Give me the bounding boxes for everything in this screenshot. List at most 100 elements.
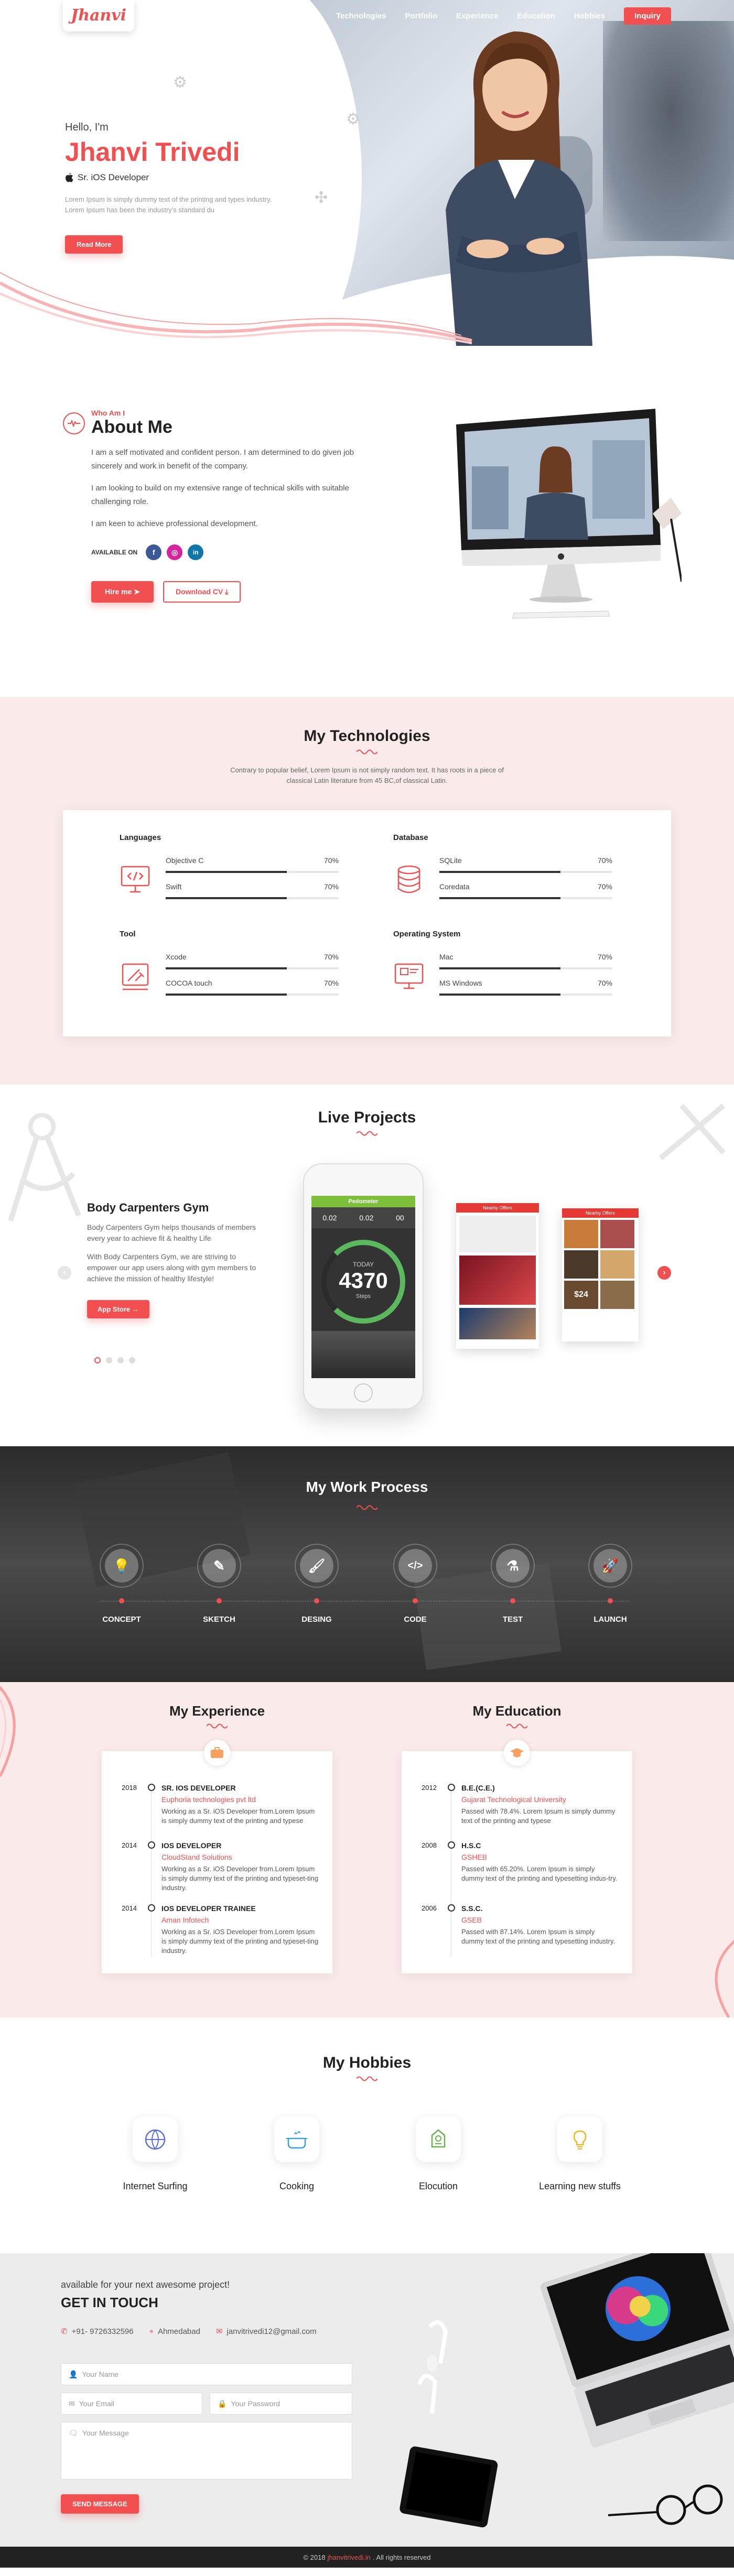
navbar: Jhanvi Home Technologies Portfolio Exper… [0,0,734,31]
skill-bar-fill [439,967,560,969]
footer-link[interactable]: jhanvitrivedi.in [328,2553,371,2561]
timeline-company: Gujarat Technological University [461,1795,566,1804]
speaker-icon [416,2117,461,2162]
timeline-company: Aman Infotech [161,1916,209,1924]
process-step-label: TEST [502,1615,523,1624]
experience-title: My Experience [169,1703,265,1719]
os-monitor-icon [394,963,424,989]
process-step-label: DESING [301,1615,332,1624]
logo[interactable]: Jhanvi [63,0,134,31]
phone-steps-count: 4370 [339,1268,388,1293]
instagram-icon[interactable]: ◎ [167,544,183,560]
app-store-label: App Store [98,1305,131,1313]
skill-percent: 70% [597,953,612,961]
skill-name: Mac [439,953,454,961]
contact-phone-text: +91- 9726332596 [71,2327,134,2336]
footer-suffix: . All rights reserved [372,2553,431,2561]
skill-ms-windows: MS Windows 70% [439,979,612,996]
skill-bar [166,871,339,873]
tech-group-database: Database SQLite 70% Coredata 70% [393,833,613,899]
database-icon [397,865,420,893]
work-process-section: My Work Process 💡 CONCEPT ✎ SKETCH 🖌 DESING… [0,1446,734,1682]
projects-title: Live Projects [318,1109,416,1126]
download-cv-button[interactable]: Download CV ⤓ [163,581,241,603]
carousel-next-button[interactable]: › [657,1266,671,1280]
chevron-left-icon: ‹ [63,1268,66,1277]
skill-bar [166,994,339,996]
timeline-company: Euphoria technologies pvt ltd [161,1795,256,1804]
nav-item-experience[interactable]: Experience [456,12,498,20]
hire-me-button[interactable]: Hire me ➤ [91,581,154,603]
send-message-button[interactable]: SEND MESSAGE [61,2494,139,2514]
download-icon: ⤓ [225,587,229,596]
education-title: My Education [472,1703,562,1719]
mail-icon: ✉ [69,2399,75,2408]
carousel-dot[interactable] [117,1357,124,1363]
nav-item-education[interactable]: Education [517,12,555,20]
work-process-title: My Work Process [306,1479,428,1495]
timeline-company: GSEB [461,1916,482,1924]
contact-heading: available for your next awesome project!… [61,2279,354,2336]
projects-section: Live Projects ‹ › Body Carpenters Gym Bo… [0,1085,734,1446]
carousel-prev-button[interactable]: ‹ [58,1266,71,1280]
message-textarea[interactable]: 🗨 Your Message [61,2422,352,2480]
nav-item-home[interactable]: Home [295,12,317,20]
inquiry-button[interactable]: Inquiry [623,7,671,25]
nav-item-hobbies[interactable]: Hobbies [574,12,605,20]
code-monitor-icon [121,866,150,893]
about-kicker: Who Am I [91,409,125,417]
email-input[interactable]: ✉ Your Email [61,2393,202,2415]
about-heading: Who Am I About Me [63,409,398,438]
about-section: Who Am I About Me I am a self motivated … [0,388,734,697]
timeline-company: CloudStand Solutions [161,1853,232,1861]
carousel-dot[interactable] [94,1357,101,1363]
education-card: 2012 B.E.(C.E.) Gujarat Technological Univ… [402,1740,632,1973]
process-step-concept: 💡 CONCEPT [90,1544,153,1624]
skill-bar [439,994,612,996]
education-column: My Education 2012 B.E.(C.E.) Gujarat Techn… [402,1682,632,1973]
app-screenshot-2: Nearby Offers $24 [562,1208,639,1341]
name-input[interactable]: 👤 Your Name [61,2363,352,2385]
tools-icon [122,963,149,990]
skill-bar-fill [439,897,560,899]
carousel-dot[interactable] [129,1357,135,1363]
read-more-button[interactable]: Read More [65,235,123,254]
technologies-header: My Technologies Contrary to popular beli… [0,727,734,786]
skill-percent: 70% [323,953,339,961]
experience-card: 2018 SR. IOS DEVELOPER Euphoria technologi… [102,1740,332,1973]
skill-xcode: Xcode 70% [166,953,339,969]
phone-steps-label: Steps [355,1293,371,1300]
skill-coredata: Coredata 70% [439,882,612,899]
skill-bar [439,871,612,873]
facebook-icon[interactable]: f [146,544,162,560]
skill-name: Objective C [166,856,204,865]
technologies-subtitle: Contrary to popular belief, Lorem Ipsum … [230,766,504,784]
chevron-right-icon: › [663,1268,666,1277]
hobby-item: Learning new stuffs [522,2117,638,2192]
project-name: Body Carpenters Gym [87,1201,209,1214]
briefcase-icon [204,1740,230,1766]
footer: © 2018 jhanvitrivedi.in . All rights res… [0,2547,734,2568]
carousel-dot[interactable] [106,1357,112,1363]
skill-percent: 70% [597,856,612,865]
contact-phone: ✆ +91- 9726332596 [61,2327,134,2337]
linkedin-icon[interactable]: in [188,544,204,560]
skill-bar [166,967,339,969]
rocket-icon: 🚀 [593,1549,627,1582]
app-screenshot-1: Nearby Offers [456,1203,539,1349]
bulb-icon: 💡 [105,1549,138,1582]
squiggle-divider [357,2076,377,2081]
timeline-company: GSHEB [461,1853,488,1861]
send-icon: ➤ [134,587,140,596]
hobby-label: Internet Surfing [123,2181,188,2191]
timeline-year: 2008 [422,1841,437,1849]
hero-greeting: Hello, I'm [65,122,109,133]
nav-item-technologies[interactable]: Technologies [336,12,386,20]
timeline-year: 2012 [422,1784,437,1792]
contact-email[interactable]: ✉ janvitrivedi12@gmail.com [216,2327,317,2337]
password-input[interactable]: 🔒 Your Password [210,2393,352,2415]
app-store-button[interactable]: App Store → [87,1300,149,1318]
skill-bar-fill [166,967,287,969]
nav-item-portfolio[interactable]: Portfolio [405,12,438,20]
squiggle-divider [207,1723,228,1729]
